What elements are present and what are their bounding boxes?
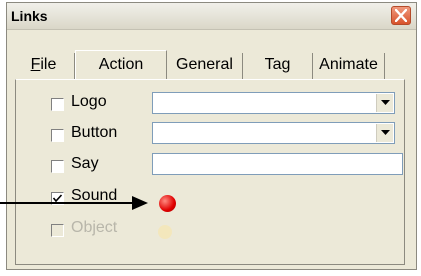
tab-file-rest: ile [40,56,57,73]
window-title: Links [11,8,48,24]
close-button[interactable] [391,6,411,25]
logo-label: Logo [71,93,107,110]
tab-tag[interactable]: Tag [243,53,313,80]
say-checkbox[interactable] [51,160,64,173]
button-label: Button [71,124,118,141]
logo-checkbox[interactable] [51,98,64,111]
say-text-field[interactable] [152,153,403,175]
title-bar: Links [7,3,416,30]
tab-general-label: General [176,56,233,73]
tab-animate[interactable]: Animate [313,53,385,80]
logo-dropdown-button[interactable] [376,94,393,112]
sound-indicator [159,195,176,212]
chevron-down-icon [381,100,390,105]
tab-tag-label: Tag [264,56,291,73]
tab-strip: File Action General Tag Animate [13,50,385,80]
tab-action[interactable]: Action [75,50,167,80]
logo-dropdown[interactable] [152,92,395,114]
button-dropdown[interactable] [152,122,395,144]
object-label: Object [71,219,118,236]
button-checkbox[interactable] [51,129,64,142]
object-indicator [158,225,172,239]
tab-file-mnemonic: F [30,56,41,73]
callout-arrow-icon [0,196,148,210]
tab-animate-label: Animate [319,56,378,73]
close-icon [395,9,407,22]
tab-action-label: Action [98,56,144,73]
button-dropdown-button[interactable] [376,124,393,142]
object-checkbox [51,224,64,237]
say-label: Say [71,155,99,172]
links-dialog: Links File Action General Tag Animate Lo… [6,2,417,270]
tab-file[interactable]: File [13,53,75,80]
chevron-down-icon [381,130,390,135]
tab-general[interactable]: General [167,53,243,80]
